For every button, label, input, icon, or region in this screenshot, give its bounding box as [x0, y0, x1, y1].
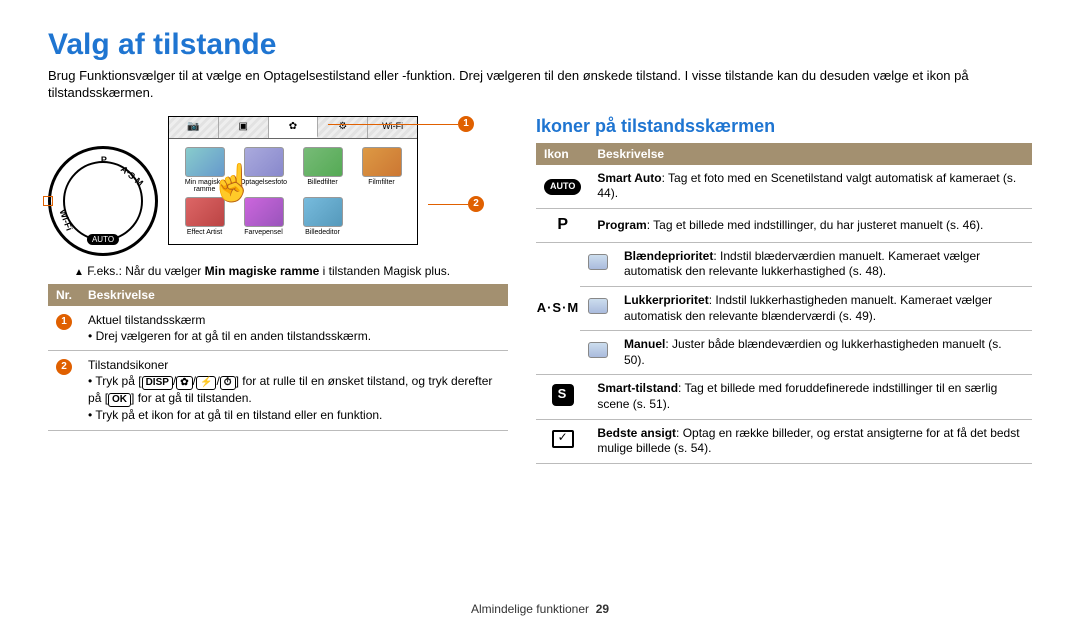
left-column: P A·S·M Wi-Fi AUTO 1 2 📷 ▣ ✿ ⚙ [48, 116, 508, 464]
tab-5: Wi-Fi [368, 117, 417, 138]
tab-2: ▣ [219, 117, 269, 138]
right-column: Ikoner på tilstandsskærmen Ikon Beskrive… [536, 116, 1032, 464]
row2-bullet2: Tryk på et ikon for at gå til en tilstan… [95, 408, 382, 422]
tab-3: ✿ [269, 117, 319, 138]
screen-tabs: 📷 ▣ ✿ ⚙ Wi-Fi [169, 117, 417, 139]
app-caption: Min magiske ramme [177, 179, 232, 193]
icon-table: Ikon Beskrivelse AUTO Smart Auto: Tag et… [536, 143, 1032, 464]
timer-button-label: ⏱ [220, 376, 236, 390]
table-row: Bedste ansigt: Optag en række billeder, … [536, 419, 1032, 463]
intro-text: Brug Funktionsvælger til at vælge en Opt… [48, 68, 1032, 102]
col-header-nr: Nr. [48, 284, 80, 306]
p-icon: P [557, 216, 568, 233]
figure-row: P A·S·M Wi-Fi AUTO 1 2 📷 ▣ ✿ ⚙ [48, 116, 508, 256]
app-caption: Billedfilter [295, 179, 350, 186]
table-row: P Program: Tag et billede med indstillin… [536, 208, 1032, 242]
row1-heading: Aktuel tilstandsskærm [88, 313, 205, 327]
manual-icon [588, 342, 608, 358]
table-row: 1 Aktuel tilstandsskærm • Drej vælgeren … [48, 306, 508, 351]
table-row: AUTO Smart Auto: Tag et foto med en Scen… [536, 165, 1032, 209]
tab-4: ⚙ [318, 117, 368, 138]
right-heading: Ikoner på tilstandsskærmen [536, 116, 1032, 137]
best-face-icon [552, 430, 574, 448]
example-line: ▲ F.eks.: Når du vælger Min magiske ramm… [88, 264, 508, 278]
row-number-1: 1 [56, 314, 72, 330]
left-description-table: Nr. Beskrivelse 1 Aktuel tilstandsskærm … [48, 284, 508, 431]
col-header-beskrivelse2: Beskrivelse [589, 143, 1032, 165]
mode-dial-illustration: P A·S·M Wi-Fi AUTO [48, 146, 158, 256]
asm-icon: A·S·M [536, 243, 580, 376]
page-footer: Almindelige funktioner 29 [0, 602, 1080, 616]
triangle-icon: ▲ [74, 267, 84, 278]
flash-button-label: ⚡ [196, 376, 216, 390]
col-header-beskrivelse: Beskrivelse [80, 284, 508, 306]
dial-selection-marker [43, 196, 53, 206]
shutter-priority-icon [588, 298, 608, 314]
ok-button-label: OK [108, 393, 131, 407]
page-title: Valg af tilstande [48, 28, 1032, 62]
table-row: Smart-tilstand: Tag et billede med forud… [536, 375, 1032, 419]
callout-2: 2 [468, 196, 484, 212]
macro-button-label: ✿ [176, 376, 192, 390]
row1-bullet: Drej vælgeren for at gå til en anden til… [96, 329, 371, 343]
callout-1: 1 [458, 116, 474, 132]
disp-button-label: DISP [142, 376, 173, 390]
aperture-priority-icon [588, 254, 608, 270]
callout-line-2 [428, 204, 468, 205]
dial-label-auto: AUTO [87, 234, 119, 245]
col-header-ikon: Ikon [536, 143, 589, 165]
table-row: 2 Tilstandsikoner • Tryk på [DISP/✿/⚡/⏱]… [48, 351, 508, 430]
row2-heading: Tilstandsikoner [88, 358, 168, 372]
callout-line-1 [328, 124, 458, 125]
mode-screen-illustration: 📷 ▣ ✿ ⚙ Wi-Fi Min magiske ramme Optagels… [168, 116, 418, 245]
smart-mode-icon [552, 384, 574, 406]
app-caption: Billededitor [295, 229, 350, 236]
app-caption: Optagelsesfoto [236, 179, 291, 186]
tab-1: 📷 [169, 117, 219, 138]
dial-label-p: P [101, 155, 107, 165]
app-caption: Farvepensel [236, 229, 291, 236]
auto-icon: AUTO [544, 179, 581, 195]
app-caption: Filmfilter [354, 179, 409, 186]
table-row-asm: A·S·M Blændeprioritet: Indstil blædervær… [536, 242, 1032, 375]
row-number-2: 2 [56, 359, 72, 375]
app-caption: Effect Artist [177, 229, 232, 236]
